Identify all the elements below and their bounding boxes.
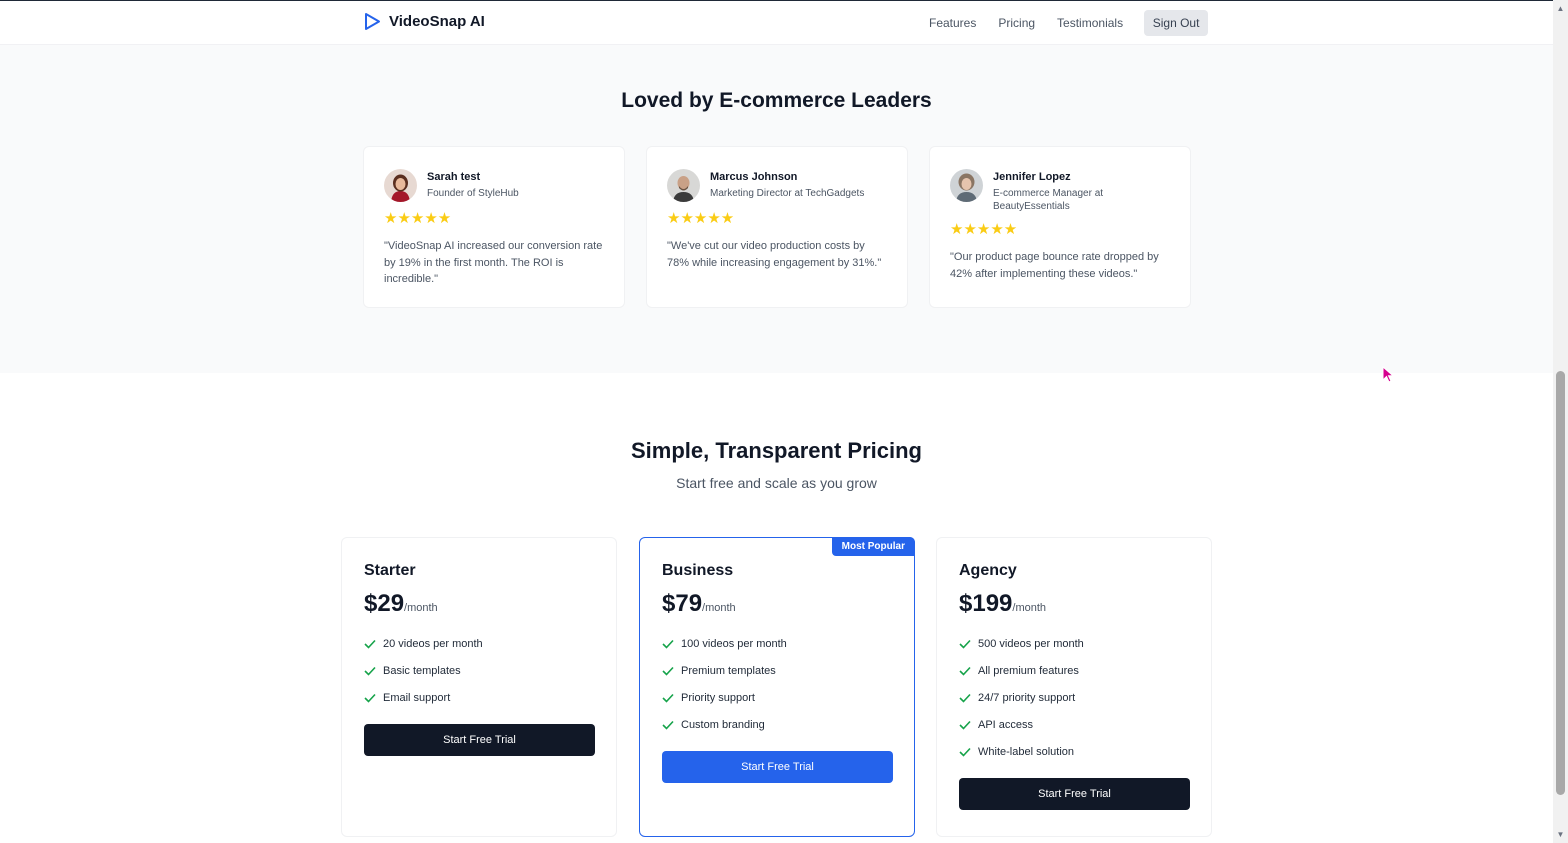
testimonial-name: Marcus Johnson (710, 171, 798, 183)
pricing-subtitle: Start free and scale as you grow (676, 475, 877, 491)
start-free-trial-button[interactable]: Start Free Trial (364, 724, 595, 756)
feature-list: 20 videos per month Basic templates Emai… (364, 630, 594, 711)
feature-text: All premium features (978, 664, 1079, 677)
feature-list: 100 videos per month Premium templates P… (662, 630, 892, 738)
check-icon (959, 639, 971, 649)
pricing-card-business: Most Popular Business $79 /month 100 vid… (639, 537, 915, 837)
check-icon (662, 666, 674, 676)
feature-text: 100 videos per month (681, 637, 787, 650)
plan-name: Starter (364, 562, 416, 579)
testimonial-card: Jennifer Lopez E-commerce Manager at Bea… (929, 146, 1191, 308)
scroll-down-arrow-icon[interactable]: ▼ (1556, 830, 1565, 839)
feature-text: Premium templates (681, 664, 776, 677)
feature-item: Priority support (662, 684, 892, 711)
testimonial-role: Founder of StyleHub (427, 188, 519, 199)
check-icon (959, 666, 971, 676)
feature-text: API access (978, 718, 1034, 731)
start-free-trial-button[interactable]: Start Free Trial (662, 751, 893, 783)
star-rating: ★★★★★ (667, 210, 735, 227)
main-nav: Features Pricing Testimonials Sign Out (929, 10, 1209, 36)
logo[interactable]: VideoSnap AI (364, 12, 485, 31)
scroll-up-arrow-icon[interactable]: ▲ (1556, 4, 1565, 13)
mouse-cursor-icon (1382, 366, 1394, 383)
testimonial-card: Marcus Johnson Marketing Director at Tec… (646, 146, 908, 308)
feature-item: Email support (364, 684, 594, 711)
price-amount: $29 (364, 590, 405, 617)
nav-pricing[interactable]: Pricing (998, 10, 1035, 36)
scrollbar-thumb[interactable] (1556, 371, 1565, 795)
feature-text: Basic templates (383, 664, 461, 677)
check-icon (662, 720, 674, 730)
feature-text: Priority support (681, 691, 755, 704)
plan-name: Agency (959, 562, 1017, 579)
price-amount: $199 (959, 590, 1013, 617)
feature-item: 100 videos per month (662, 630, 892, 657)
site-header: VideoSnap AI Features Pricing Testimonia… (0, 1, 1553, 45)
nav-testimonials[interactable]: Testimonials (1057, 10, 1123, 36)
testimonial-card: Sarah test Founder of StyleHub ★★★★★ "Vi… (363, 146, 625, 308)
pricing-section: Simple, Transparent Pricing Start free a… (0, 373, 1553, 843)
feature-text: 500 videos per month (978, 637, 1084, 650)
price-period: /month (404, 602, 438, 614)
avatar (950, 169, 983, 202)
plan-name: Business (662, 562, 734, 579)
check-icon (662, 693, 674, 703)
feature-item: All premium features (959, 657, 1189, 684)
price-period: /month (702, 602, 736, 614)
testimonial-quote: "VideoSnap AI increased our conversion r… (384, 240, 603, 285)
play-icon (365, 13, 380, 30)
vertical-scrollbar[interactable]: ▲ ▼ (1553, 0, 1568, 843)
price-amount: $79 (662, 590, 703, 617)
plan-price: $29 /month (364, 590, 594, 618)
testimonial-name: Sarah test (427, 171, 481, 183)
feature-item: API access (959, 711, 1189, 738)
check-icon (364, 666, 376, 676)
testimonials-section: Loved by E-commerce Leaders Sarah test F… (0, 45, 1553, 373)
start-free-trial-button[interactable]: Start Free Trial (959, 778, 1190, 810)
avatar (667, 169, 700, 202)
testimonial-quote: "We've cut our video production costs by… (667, 240, 882, 269)
plan-price: $79 /month (662, 590, 892, 618)
pricing-title: Simple, Transparent Pricing (631, 438, 922, 463)
check-icon (364, 693, 376, 703)
feature-text: 24/7 priority support (978, 691, 1076, 704)
feature-item: 24/7 priority support (959, 684, 1189, 711)
check-icon (959, 693, 971, 703)
testimonials-title: Loved by E-commerce Leaders (621, 89, 932, 112)
pricing-card-agency: Agency $199 /month 500 videos per month … (936, 537, 1212, 837)
feature-item: 500 videos per month (959, 630, 1189, 657)
logo-text: VideoSnap AI (389, 13, 485, 30)
feature-text: Custom branding (681, 718, 765, 731)
testimonial-role: Marketing Director at TechGadgets (710, 188, 865, 199)
most-popular-badge: Most Popular (831, 537, 915, 556)
testimonial-quote: "Our product page bounce rate dropped by… (950, 251, 1159, 280)
check-icon (364, 639, 376, 649)
feature-list: 500 videos per month All premium feature… (959, 630, 1189, 765)
star-rating: ★★★★★ (384, 210, 452, 227)
avatar (384, 169, 417, 202)
feature-item: Premium templates (662, 657, 892, 684)
feature-item: 20 videos per month (364, 630, 594, 657)
star-rating: ★★★★★ (950, 221, 1018, 238)
nav-features[interactable]: Features (929, 10, 976, 36)
check-icon (662, 639, 674, 649)
feature-item: Custom branding (662, 711, 892, 738)
sign-out-button[interactable]: Sign Out (1144, 10, 1209, 36)
feature-item: Basic templates (364, 657, 594, 684)
feature-text: Email support (383, 691, 451, 704)
check-icon (959, 747, 971, 757)
testimonial-name: Jennifer Lopez (993, 171, 1071, 183)
feature-text: 20 videos per month (383, 637, 483, 650)
price-period: /month (1012, 602, 1047, 614)
feature-text: White-label solution (978, 745, 1074, 758)
pricing-card-starter: Starter $29 /month 20 videos per month B… (341, 537, 617, 837)
testimonial-role: E-commerce Manager at BeautyEssentials (993, 188, 1104, 212)
plan-price: $199 /month (959, 590, 1189, 618)
feature-item: White-label solution (959, 738, 1189, 765)
check-icon (959, 720, 971, 730)
